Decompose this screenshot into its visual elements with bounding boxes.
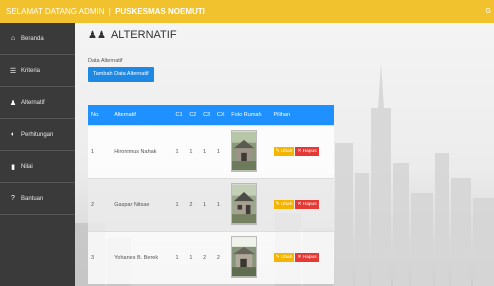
cell-name: Yohanes B. Berek — [111, 230, 173, 284]
delete-button[interactable]: ✕ Hapus — [295, 200, 319, 209]
cell-no: 2 — [88, 177, 112, 231]
cell-c2: 1 — [186, 230, 201, 284]
column-header-c3: C3 — [200, 105, 214, 125]
sidebar-item-bantuan[interactable]: ? Bantuan — [0, 183, 75, 215]
delete-label: Hapus — [302, 255, 317, 261]
topbar-separator: | — [108, 7, 111, 16]
sidebar-item-label: Bantuan — [21, 195, 44, 202]
welcome-text: SELAMAT DATANG ADMIN — [6, 7, 105, 16]
edit-label: Ubah — [280, 255, 293, 261]
sidebar-item-nilai[interactable]: ▮ Nilai — [0, 151, 75, 183]
cell-c4: 1 — [213, 177, 229, 231]
edit-icon: ✎ — [275, 202, 280, 207]
cell-actions: ✎ Ubah ✕ Hapus — [270, 230, 334, 284]
users-icon: ♟♟ — [88, 29, 106, 41]
cell-photo — [228, 230, 271, 284]
cell-c1: 1 — [172, 230, 187, 284]
column-header-c2: C2 — [186, 105, 201, 125]
column-header-no: No. — [88, 105, 112, 125]
house-photo — [231, 235, 258, 278]
sidebar-item-perhitungan[interactable]: ◐ Perhitungan — [0, 119, 75, 151]
delete-button[interactable]: ✕ Hapus — [295, 253, 319, 263]
cell-no: 3 — [88, 230, 112, 284]
edit-icon: ✎ — [275, 149, 280, 154]
home-icon: ⌂ — [10, 35, 16, 42]
delete-label: Hapus — [302, 149, 317, 154]
cell-c3: 1 — [200, 177, 214, 231]
cell-c4: 1 — [213, 124, 229, 178]
sidebar-item-label: Kriteria — [21, 67, 41, 74]
edit-button[interactable]: ✎ Ubah — [273, 147, 295, 156]
page-title-text: ALTERNATIF — [110, 29, 177, 41]
help-icon: ? — [11, 195, 15, 202]
close-icon: ✕ — [297, 255, 302, 261]
close-icon: ✕ — [297, 149, 302, 154]
cell-name: Hironimus Nahak — [111, 124, 173, 178]
edit-button[interactable]: ✎ Ubah — [273, 200, 295, 209]
alternatives-table: No. Alternatif C1 C2 C3 CX Foto Rumah Pi… — [88, 105, 334, 284]
cell-c2: 1 — [186, 124, 201, 178]
edit-label: Ubah — [280, 202, 293, 207]
close-icon: ✕ — [297, 202, 302, 207]
users-icon: ♟ — [9, 99, 17, 107]
column-header-foto: Foto Rumah — [228, 105, 271, 125]
list-icon: ☰ — [9, 67, 17, 75]
sidebar-item-label: Alternatif — [21, 99, 45, 106]
add-alternative-button[interactable]: Tambah Data Alternatif — [88, 67, 154, 82]
column-header-pilihan: Pilihan — [270, 105, 334, 125]
edit-label: Ubah — [280, 149, 293, 154]
house-photo — [231, 182, 258, 225]
cell-no: 1 — [88, 124, 112, 178]
table-row: 2 Gaspar Nitsae 1 2 1 1 ✎ Ubah ✕ Hapus — [88, 177, 334, 231]
sidebar-item-label: Nilai — [21, 163, 33, 170]
cell-c3: 2 — [200, 230, 214, 284]
sidebar-item-beranda[interactable]: ⌂ Beranda — [0, 23, 75, 55]
cell-photo — [228, 124, 271, 178]
cell-c1: 1 — [172, 124, 187, 178]
house-photo — [231, 129, 258, 172]
document-icon: ▮ — [11, 163, 15, 171]
edit-button[interactable]: ✎ Ubah — [273, 253, 295, 263]
table-row: 3 Yohanes B. Berek 1 1 2 2 ✎ Ubah ✕ Hapu… — [88, 230, 334, 284]
column-header-alternatif: Alternatif — [111, 105, 173, 125]
card-label: Data Alternatif — [88, 58, 123, 64]
main-content: ♟♟ ALTERNATIF Data Alternatif Tambah Dat… — [75, 23, 494, 286]
cell-c4: 2 — [213, 230, 229, 284]
topbar-edge-text: G — [485, 8, 491, 15]
delete-label: Hapus — [302, 202, 317, 207]
cell-photo — [228, 177, 271, 231]
cell-c2: 2 — [186, 177, 201, 231]
top-bar: SELAMAT DATANG ADMIN | PUSKESMAS NOEMUTI… — [0, 0, 494, 23]
sidebar-item-alternatif[interactable]: ♟ Alternatif — [0, 87, 75, 119]
column-header-cx: CX — [213, 105, 229, 125]
table-header-row: No. Alternatif C1 C2 C3 CX Foto Rumah Pi… — [88, 105, 334, 125]
table-row: 1 Hironimus Nahak 1 1 1 1 ✎ Ubah ✕ Hapus — [88, 124, 334, 178]
cell-actions: ✎ Ubah ✕ Hapus — [270, 124, 334, 178]
sidebar: ⌂ Beranda ☰ Kriteria ♟ Alternatif ◐ Perh… — [0, 23, 75, 286]
page-title: ♟♟ ALTERNATIF — [88, 29, 177, 41]
pie-chart-icon: ◐ — [10, 131, 16, 138]
edit-icon: ✎ — [275, 255, 280, 261]
cell-c1: 1 — [172, 177, 187, 231]
sidebar-item-kriteria[interactable]: ☰ Kriteria — [0, 55, 75, 87]
cell-actions: ✎ Ubah ✕ Hapus — [270, 177, 334, 231]
sidebar-item-label: Perhitungan — [21, 131, 54, 138]
cell-c3: 1 — [200, 124, 214, 178]
cell-name: Gaspar Nitsae — [111, 177, 173, 231]
sidebar-item-label: Beranda — [21, 35, 44, 42]
brand-name: PUSKESMAS NOEMUTI — [115, 7, 205, 16]
column-header-c1: C1 — [172, 105, 187, 125]
delete-button[interactable]: ✕ Hapus — [295, 147, 319, 156]
